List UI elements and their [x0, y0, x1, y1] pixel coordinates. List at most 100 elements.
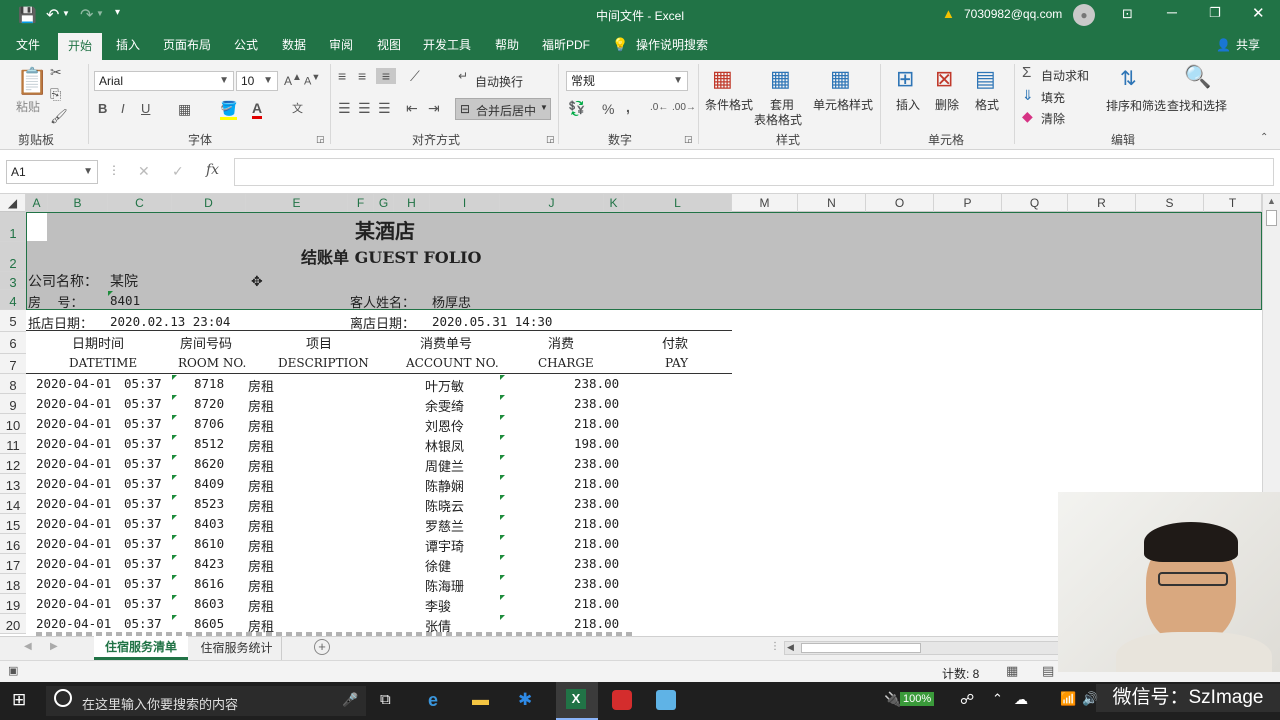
- align-middle-icon[interactable]: ≡: [358, 68, 366, 84]
- align-center-icon[interactable]: ☰: [358, 100, 371, 117]
- microphone-icon[interactable]: 🎤: [342, 692, 358, 708]
- format-painter-icon[interactable]: 🖌: [50, 108, 68, 125]
- row-header[interactable]: 12: [0, 454, 26, 474]
- tray-chevron-icon[interactable]: ⌃: [992, 691, 1003, 707]
- row-header[interactable]: 9: [0, 394, 26, 414]
- format-table-line2[interactable]: 表格格式: [754, 111, 802, 128]
- column-header[interactable]: S: [1136, 194, 1204, 212]
- increase-indent-icon[interactable]: ⇥: [428, 100, 440, 117]
- file-explorer-icon[interactable]: ▬: [472, 690, 489, 710]
- column-header[interactable]: N: [798, 194, 866, 212]
- cell-styles-button[interactable]: 单元格样式: [813, 96, 873, 113]
- clear-button[interactable]: 清除: [1041, 110, 1065, 127]
- row-header[interactable]: 3: [0, 272, 26, 290]
- battery-indicator[interactable]: 100%: [900, 692, 935, 706]
- autosum-button[interactable]: 自动求和: [1041, 67, 1089, 84]
- windows-start-icon[interactable]: ⊞: [12, 690, 26, 710]
- clear-icon[interactable]: ◆: [1022, 108, 1033, 125]
- font-launcher-icon[interactable]: ◲: [316, 134, 325, 145]
- cancel-icon[interactable]: ✕: [138, 163, 150, 180]
- percent-button[interactable]: %: [602, 101, 614, 117]
- align-right-icon[interactable]: ☰: [378, 100, 391, 117]
- column-header[interactable]: Q: [1002, 194, 1068, 212]
- people-icon[interactable]: ☍: [960, 691, 974, 708]
- insert-cells-button[interactable]: 插入: [896, 96, 920, 113]
- column-header[interactable]: L: [624, 194, 732, 212]
- fill-color-icon[interactable]: 🪣: [220, 100, 238, 120]
- format-table-icon[interactable]: ▦: [770, 66, 791, 92]
- account-name[interactable]: 7030982@qq.com: [964, 7, 1062, 21]
- minimize-icon[interactable]: ─: [1167, 4, 1177, 20]
- delete-cells-button[interactable]: 删除: [935, 96, 959, 113]
- scroll-up-icon[interactable]: ▲: [1267, 196, 1276, 206]
- tab-home[interactable]: 开始: [58, 33, 102, 60]
- add-sheet-icon[interactable]: +: [314, 639, 330, 655]
- task-view-icon[interactable]: ⧉: [380, 691, 391, 708]
- tab-data[interactable]: 数据: [274, 30, 314, 60]
- font-size-select[interactable]: 10 ▼: [236, 71, 278, 91]
- edge-icon[interactable]: e: [428, 690, 438, 711]
- row-header[interactable]: 7: [0, 354, 26, 374]
- bold-button[interactable]: B: [98, 101, 107, 116]
- row-header[interactable]: 4: [0, 290, 26, 310]
- format-cells-icon[interactable]: ▤: [975, 66, 996, 92]
- number-launcher-icon[interactable]: ◲: [684, 134, 693, 145]
- sheet-tab-active[interactable]: 住宿服务清单: [94, 636, 188, 660]
- ribbon-display-icon[interactable]: ⊡: [1122, 6, 1133, 22]
- format-cells-button[interactable]: 格式: [975, 96, 999, 113]
- merge-center-button[interactable]: 合并后居中 ⊟ ▼: [455, 98, 551, 120]
- scroll-thumb[interactable]: [1266, 210, 1277, 226]
- save-icon[interactable]: 💾: [18, 6, 37, 24]
- row-header[interactable]: 18: [0, 574, 26, 594]
- share-button[interactable]: 共享: [1230, 30, 1266, 60]
- customize-qat-icon[interactable]: ▾: [115, 7, 120, 18]
- next-sheet-icon[interactable]: ▶: [50, 641, 58, 652]
- autosum-icon[interactable]: Σ: [1022, 64, 1031, 81]
- borders-icon[interactable]: ▦: [178, 101, 191, 118]
- comma-button[interactable]: ,: [626, 99, 630, 115]
- sheet-options-icon[interactable]: ⋮: [770, 641, 780, 652]
- sheet-tab[interactable]: 住宿服务统计: [192, 637, 282, 660]
- h-scroll-thumb[interactable]: [801, 643, 921, 653]
- tab-file[interactable]: 文件: [8, 30, 48, 60]
- onedrive-icon[interactable]: ☁: [1014, 691, 1028, 708]
- tab-developer[interactable]: 开发工具: [418, 30, 476, 60]
- alignment-launcher-icon[interactable]: ◲: [546, 134, 555, 145]
- column-header[interactable]: G: [374, 194, 394, 212]
- column-header[interactable]: F: [348, 194, 374, 212]
- row-header[interactable]: 10: [0, 414, 26, 434]
- column-header[interactable]: B: [48, 194, 108, 212]
- restore-icon[interactable]: ❐: [1209, 5, 1221, 21]
- increase-decimal-icon[interactable]: .0←: [650, 102, 668, 113]
- underline-button[interactable]: U: [141, 101, 150, 116]
- orientation-icon[interactable]: ⟋: [410, 68, 420, 85]
- italic-button[interactable]: I: [121, 101, 125, 116]
- power-plug-icon[interactable]: 🔌: [884, 691, 901, 708]
- taskbar-search[interactable]: 在这里输入你要搜索的内容 🎤: [46, 686, 366, 716]
- accounting-icon[interactable]: 💱: [568, 100, 585, 117]
- active-cell[interactable]: [27, 213, 47, 241]
- row-header[interactable]: 19: [0, 594, 26, 614]
- column-header[interactable]: O: [866, 194, 934, 212]
- column-header[interactable]: T: [1204, 194, 1262, 212]
- insert-cells-icon[interactable]: ⊞: [896, 66, 914, 92]
- fill-button[interactable]: 填充: [1041, 89, 1065, 106]
- formula-input[interactable]: [234, 158, 1274, 186]
- conditional-format-icon[interactable]: ▦: [712, 66, 733, 92]
- decrease-font-icon[interactable]: A▼: [304, 72, 320, 88]
- avatar[interactable]: ●: [1073, 4, 1095, 26]
- undo-dropdown-icon[interactable]: ▼: [62, 9, 70, 18]
- row-header[interactable]: 20: [0, 614, 26, 634]
- font-name-select[interactable]: Arial ▼: [94, 71, 234, 91]
- horizontal-scrollbar[interactable]: ◀: [784, 641, 1060, 655]
- conditional-format-button[interactable]: 条件格式: [705, 96, 753, 113]
- column-header[interactable]: E: [246, 194, 348, 212]
- row-header[interactable]: 14: [0, 494, 26, 514]
- tab-help[interactable]: 帮助: [487, 30, 527, 60]
- column-header[interactable]: I: [430, 194, 500, 212]
- scroll-left-icon[interactable]: ◀: [787, 642, 794, 653]
- column-header[interactable]: C: [108, 194, 172, 212]
- copy-icon[interactable]: ⎘: [50, 86, 61, 103]
- redo-icon[interactable]: ↷: [80, 5, 93, 25]
- tab-review[interactable]: 审阅: [321, 30, 361, 60]
